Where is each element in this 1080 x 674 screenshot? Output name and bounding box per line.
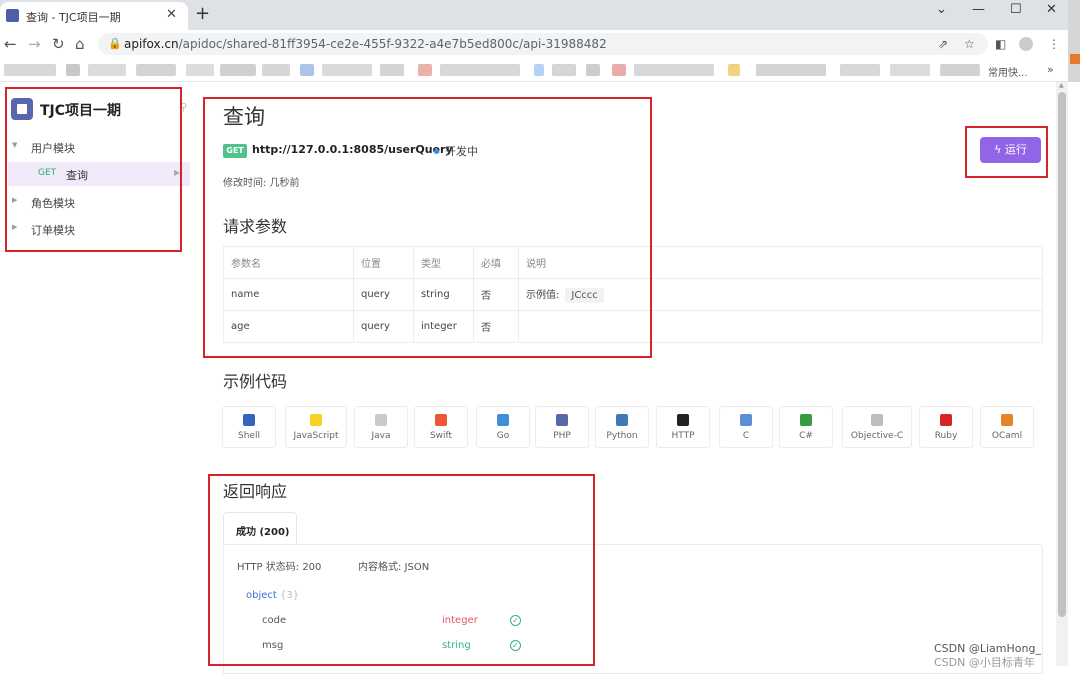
reload-icon[interactable]: ↻ — [52, 35, 65, 53]
swift-icon — [435, 414, 447, 426]
code-language-label: Ruby — [934, 431, 958, 441]
code-language-shell[interactable]: Shell — [222, 406, 276, 448]
bookmark-item[interactable] — [940, 64, 980, 76]
browser-tab[interactable]: 查询 - TJC项目一期 ✕ — [0, 2, 188, 30]
bookmark-item[interactable] — [322, 64, 372, 76]
java-icon — [375, 414, 387, 426]
home-icon[interactable]: ⌂ — [75, 35, 85, 53]
code-language-ocaml[interactable]: OCaml — [980, 406, 1034, 448]
adjacent-window-edge — [1068, 0, 1080, 82]
bookmark-item[interactable] — [552, 64, 576, 76]
edge-badge-icon — [1070, 54, 1080, 64]
code-language-label: PHP — [553, 431, 571, 441]
forward-icon[interactable]: → — [28, 35, 41, 53]
code-language-http[interactable]: HTTP — [656, 406, 710, 448]
ruby-icon — [940, 414, 952, 426]
code-language-label: Go — [496, 431, 510, 441]
bookmark-item[interactable] — [612, 64, 626, 76]
code-language-go[interactable]: Go — [476, 406, 530, 448]
lock-icon: 🔒 — [108, 37, 122, 50]
code-language-label: Swift — [429, 431, 453, 441]
bookmark-item[interactable] — [890, 64, 930, 76]
code-language-label: Python — [606, 431, 638, 441]
share-icon[interactable]: ⇗ — [938, 37, 948, 51]
close-window-button[interactable]: ✕ — [1046, 2, 1057, 17]
bookmark-item[interactable] — [300, 64, 314, 76]
bookmark-item[interactable] — [262, 64, 290, 76]
tab-close-icon[interactable]: ✕ — [166, 7, 177, 22]
bookmark-item[interactable] — [66, 64, 80, 76]
bookmark-item[interactable] — [634, 64, 714, 76]
bookmark-item[interactable] — [380, 64, 404, 76]
c-icon — [740, 414, 752, 426]
bookmark-item[interactable] — [418, 64, 432, 76]
objective-c-icon — [871, 414, 883, 426]
code-language-label: HTTP — [671, 431, 695, 441]
scroll-up-icon[interactable]: ▲ — [1059, 82, 1064, 89]
code-language-javascript[interactable]: JavaScript — [285, 406, 347, 448]
code-language-python[interactable]: Python — [595, 406, 649, 448]
bookmarks-more-icon[interactable]: » — [1047, 63, 1054, 76]
favicon-icon — [6, 9, 19, 22]
url-domain: apifox.cn — [124, 37, 179, 51]
tab-title: 查询 - TJC项目一期 — [26, 11, 121, 24]
code-language-label: C# — [799, 431, 813, 441]
php-icon — [556, 414, 568, 426]
code-language-c-[interactable]: C# — [779, 406, 833, 448]
bookmark-item[interactable] — [220, 64, 256, 76]
scroll-thumb[interactable] — [1058, 92, 1066, 617]
bookmark-item[interactable] — [4, 64, 56, 76]
code-language-ruby[interactable]: Ruby — [919, 406, 973, 448]
browser-tab-bar: 查询 - TJC项目一期 ✕ + ⌄ — ☐ ✕ — [0, 0, 1080, 30]
bookmark-item[interactable] — [440, 64, 520, 76]
side-panel-icon[interactable]: ◧ — [995, 37, 1006, 51]
code-language-c[interactable]: C — [719, 406, 773, 448]
shell-icon — [243, 414, 255, 426]
scrollbar[interactable]: ▲ — [1056, 82, 1068, 666]
javascript-icon — [310, 414, 322, 426]
go-icon — [497, 414, 509, 426]
back-icon[interactable]: ← — [4, 35, 17, 53]
bookmark-star-icon[interactable]: ☆ — [964, 37, 975, 51]
new-tab-button[interactable]: + — [195, 3, 210, 24]
code-language-label: JavaScript — [293, 431, 339, 441]
maximize-button[interactable]: ☐ — [1010, 2, 1022, 17]
profile-avatar-icon[interactable] — [1019, 37, 1033, 51]
bookmarks-bar: 常用快... » — [0, 58, 1080, 82]
python-icon — [616, 414, 628, 426]
code-language-php[interactable]: PHP — [535, 406, 589, 448]
address-bar: ← → ↻ ⌂ 🔒 apifox.cn/apidoc/shared-81ff39… — [0, 30, 1080, 58]
tab-search-icon[interactable]: ⌄ — [936, 2, 947, 17]
bookmark-item[interactable] — [728, 64, 740, 76]
annotation-box-request — [203, 97, 652, 358]
code-language-java[interactable]: Java — [354, 406, 408, 448]
code-language-label: C — [742, 431, 750, 441]
bookmark-item[interactable] — [586, 64, 600, 76]
annotation-box-sidebar — [5, 87, 182, 252]
bookmark-item[interactable] — [88, 64, 126, 76]
bookmark-item[interactable] — [136, 64, 176, 76]
code-language-label: Objective-C — [850, 431, 904, 441]
menu-icon[interactable]: ⋮ — [1048, 37, 1060, 51]
code-language-label: Java — [371, 431, 391, 441]
ocaml-icon — [1001, 414, 1013, 426]
bookmark-item[interactable] — [186, 64, 214, 76]
watermark-text-secondary: CSDN @小目标青年 — [934, 656, 1035, 669]
code-samples-title: 示例代码 — [223, 372, 288, 391]
bookmark-item[interactable] — [840, 64, 880, 76]
code-language-objective-c[interactable]: Objective-C — [842, 406, 912, 448]
http-icon — [677, 414, 689, 426]
bookmark-item[interactable] — [534, 64, 544, 76]
url-path: /apidoc/shared-81ff3954-ce2e-455f-9322-a… — [178, 37, 607, 51]
code-language-swift[interactable]: Swift — [414, 406, 468, 448]
annotation-box-response — [208, 474, 595, 666]
bookmark-folder-label[interactable]: 常用快... — [988, 64, 1028, 79]
url-field[interactable]: 🔒 apifox.cn/apidoc/shared-81ff3954-ce2e-… — [98, 33, 988, 55]
c--icon — [800, 414, 812, 426]
code-language-label: OCaml — [991, 431, 1023, 441]
annotation-box-run — [965, 126, 1048, 178]
code-language-label: Shell — [238, 431, 260, 441]
minimize-button[interactable]: — — [972, 2, 985, 17]
bookmark-item[interactable] — [756, 64, 826, 76]
